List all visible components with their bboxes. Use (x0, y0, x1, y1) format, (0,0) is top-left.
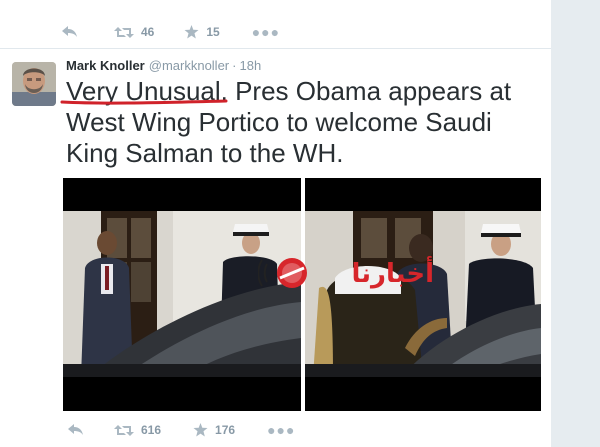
favorite-button[interactable]: 176 (193, 423, 235, 437)
reply-icon (62, 26, 77, 37)
retweet-button[interactable]: 46 (114, 25, 154, 39)
more-icon: ●●● (267, 422, 296, 438)
timestamp[interactable]: 18h (239, 58, 261, 73)
username[interactable]: @markknoller (149, 58, 229, 73)
retweet-icon (114, 424, 134, 436)
tweet-header: Mark Knoller @markknoller · 18h (66, 58, 261, 73)
star-icon (184, 25, 199, 39)
tweet-text: Very Unusual. Pres Obama appears at West… (66, 76, 512, 168)
red-underline-annotation (60, 99, 228, 105)
favorite-count: 15 (206, 25, 220, 39)
right-sidebar-panel (551, 0, 600, 447)
reply-button[interactable] (62, 26, 78, 38)
tweet-actions: 616 176 ●●● (68, 420, 319, 440)
favorite-button[interactable]: 15 (184, 25, 220, 39)
retweet-button[interactable]: 616 (114, 423, 161, 437)
more-button[interactable]: ●●● (267, 423, 295, 437)
timeline: 46 15 ●●● Mark Knoller @markknoller · 18… (0, 0, 551, 447)
prev-tweet-actions: 46 15 ●●● (62, 22, 304, 42)
reply-button[interactable] (68, 424, 84, 436)
retweet-icon (114, 26, 134, 38)
reply-icon (68, 424, 83, 435)
retweet-count: 616 (141, 423, 162, 437)
media-photo-left[interactable] (63, 178, 301, 411)
more-button[interactable]: ●●● (252, 25, 280, 39)
avatar[interactable] (12, 62, 56, 106)
tweet-divider (0, 48, 551, 49)
more-icon: ●●● (251, 24, 281, 40)
retweet-count: 46 (141, 25, 155, 39)
separator: · (232, 58, 237, 73)
display-name[interactable]: Mark Knoller (66, 58, 145, 73)
media-photo-right[interactable] (305, 178, 541, 411)
favorite-count: 176 (215, 423, 236, 437)
star-icon (193, 423, 208, 437)
